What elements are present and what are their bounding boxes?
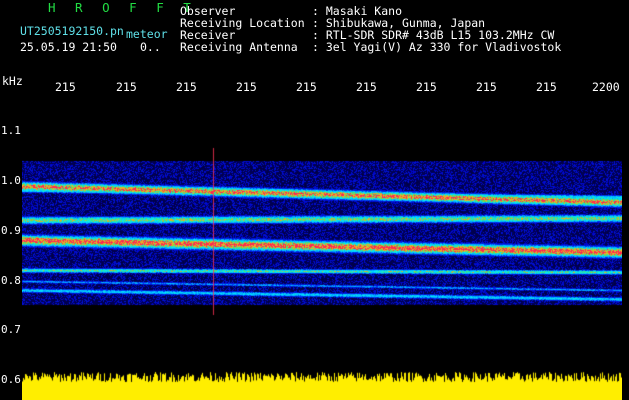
- x-tick: 215: [116, 80, 137, 94]
- antenna-value: : 3el Yagi(V) Az 330 for Vladivostok: [312, 40, 562, 54]
- program-title: H R O F F T: [48, 0, 197, 15]
- x-tick: 215: [55, 80, 76, 94]
- x-tick: 215: [296, 80, 317, 94]
- y-tick: 1.0: [1, 174, 21, 187]
- filename: UT2505192150.pn: [20, 24, 124, 38]
- y-tick: 0.6: [1, 373, 21, 386]
- meteor-label: meteor: [126, 27, 168, 41]
- datetime: 25.05.19 21:50: [20, 40, 117, 54]
- x-tick: 215: [416, 80, 437, 94]
- meteor-count: 0..: [140, 40, 161, 54]
- x-tick: 215: [476, 80, 497, 94]
- y-tick: 0.9: [1, 224, 21, 237]
- x-tick: 215: [236, 80, 257, 94]
- spectrogram-waterfall: [22, 100, 622, 370]
- y-tick: 0.7: [1, 323, 21, 336]
- antenna-label: Receiving Antenna: [180, 40, 298, 54]
- x-tick: 215: [536, 80, 557, 94]
- x-tick: 215: [356, 80, 377, 94]
- x-tick: 215: [176, 80, 197, 94]
- spectrum-strip: [22, 370, 622, 400]
- axis-unit-label: kHz: [2, 74, 23, 88]
- y-tick: 1.1: [1, 124, 21, 137]
- y-tick: 0.8: [1, 274, 21, 287]
- x-tick: 2200: [592, 80, 620, 94]
